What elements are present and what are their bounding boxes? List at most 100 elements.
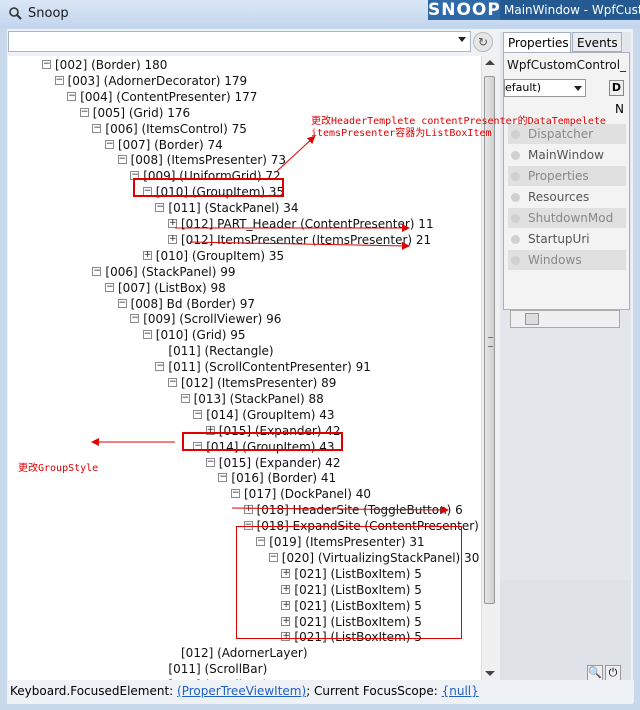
highlight-groupitem-010 bbox=[133, 178, 284, 197]
property-row[interactable]: MainWindow bbox=[508, 145, 626, 165]
expand-icon[interactable]: + bbox=[142, 250, 152, 260]
tree-item-label: [012] (ItemsPresenter) 89 bbox=[181, 376, 337, 390]
expand-icon[interactable]: + bbox=[168, 219, 177, 228]
collapse-icon[interactable]: − bbox=[42, 60, 51, 69]
tree-item[interactable]: − [008] Bd (Border) 97 bbox=[117, 296, 255, 312]
tree-item[interactable]: [011] (Rectangle) bbox=[155, 343, 273, 359]
tree-item[interactable]: [011] (ScrollBar) bbox=[155, 661, 267, 677]
property-horizontal-scrollbar[interactable] bbox=[510, 310, 620, 328]
tree-item[interactable]: − [012] (ItemsPresenter) 89 bbox=[168, 375, 336, 391]
refresh-button[interactable]: ↻ bbox=[473, 32, 493, 52]
tree-vertical-scrollbar[interactable] bbox=[481, 56, 497, 680]
collapse-icon[interactable]: − bbox=[218, 473, 228, 483]
collapse-icon[interactable]: − bbox=[79, 107, 89, 117]
tree-item[interactable]: − [007] (Border) 74 bbox=[105, 137, 223, 153]
tree-item[interactable]: − [003] (AdornerDecorator) 179 bbox=[54, 73, 247, 89]
tree-item[interactable]: − [013] (StackPanel) 88 bbox=[180, 391, 324, 407]
collapse-icon[interactable]: − bbox=[180, 393, 190, 403]
tree-item-label: [012] ItemsPresenter (ItemsPresenter) 21 bbox=[181, 232, 432, 247]
property-lower-area: 🔍 ⏻ bbox=[500, 580, 631, 681]
scroll-down-arrow-icon[interactable] bbox=[485, 671, 495, 676]
status-prefix: Keyboard.FocusedElement: bbox=[10, 684, 178, 698]
property-row[interactable]: ShutdownMod bbox=[508, 208, 626, 228]
chevron-down-icon[interactable] bbox=[574, 86, 582, 91]
tree-item[interactable]: − [005] (Grid) 176 bbox=[79, 105, 190, 121]
collapse-icon[interactable]: − bbox=[67, 91, 77, 101]
tree-item-label: [010] (GroupItem) 35 bbox=[155, 248, 285, 263]
expand-icon[interactable]: + bbox=[168, 234, 177, 244]
scroll-up-arrow-icon[interactable] bbox=[485, 60, 495, 65]
tree-item[interactable]: + [010] (GroupItem) 35 bbox=[142, 248, 285, 264]
collapse-icon[interactable]: − bbox=[193, 409, 203, 419]
tree-item-label: [011] (Rectangle) bbox=[168, 344, 274, 359]
tree-item[interactable]: − [008] (ItemsPresenter) 73 bbox=[117, 152, 287, 168]
collapse-icon[interactable]: − bbox=[92, 266, 102, 276]
tree-item[interactable]: − [007] (ListBox) 98 bbox=[105, 280, 226, 296]
default-toggle-button[interactable]: D bbox=[609, 80, 624, 96]
property-dot-icon bbox=[511, 256, 520, 265]
collapse-icon[interactable]: − bbox=[54, 75, 64, 85]
tree-item[interactable]: − [009] (ScrollViewer) 96 bbox=[130, 311, 281, 327]
collapse-icon[interactable]: − bbox=[168, 378, 177, 387]
collapse-icon[interactable]: − bbox=[155, 203, 165, 213]
scrollbar-thumb[interactable] bbox=[484, 76, 495, 604]
tree-item[interactable]: + [012] ItemsPresenter (ItemsPresenter) 2… bbox=[168, 232, 431, 248]
tree-item[interactable]: − [016] (Border) 41 bbox=[218, 470, 336, 486]
collapse-icon[interactable]: − bbox=[105, 139, 114, 149]
chevron-down-icon[interactable] bbox=[458, 37, 466, 42]
property-row[interactable]: Resources bbox=[508, 187, 626, 207]
property-dot-icon bbox=[511, 193, 520, 202]
expand-icon[interactable]: + bbox=[243, 505, 253, 515]
tree-item[interactable]: + [012] PART_Header (ContentPresenter) 11 bbox=[168, 216, 434, 232]
tree-item[interactable]: [012] (AdornerLayer) bbox=[168, 645, 308, 661]
tree-item[interactable]: − [006] (StackPanel) 99 bbox=[92, 264, 236, 280]
tree-item[interactable]: − [015] (Expander) 42 bbox=[205, 455, 341, 471]
snoop-brand-logo: SNOOP bbox=[428, 0, 501, 20]
property-dot-icon bbox=[511, 235, 520, 244]
tree-item-label: [015] (Expander) 42 bbox=[218, 455, 341, 470]
tree-item[interactable]: − [011] (ScrollContentPresenter) 91 bbox=[155, 359, 371, 375]
tree-item[interactable]: − [004] (ContentPresenter) 177 bbox=[67, 89, 257, 105]
tree-item-label: [008] (ItemsPresenter) 73 bbox=[130, 153, 287, 168]
collapse-icon[interactable]: − bbox=[155, 362, 165, 372]
property-row[interactable]: Windows bbox=[508, 250, 626, 270]
refresh-icon: ↻ bbox=[477, 35, 489, 49]
tab-properties[interactable]: Properties bbox=[503, 32, 571, 52]
property-filter-combobox[interactable]: efault) bbox=[504, 79, 586, 97]
tree-item-label: [014] (GroupItem) 43 bbox=[206, 407, 335, 422]
collapse-icon[interactable]: − bbox=[117, 155, 127, 165]
element-selector-combobox[interactable] bbox=[8, 31, 471, 52]
focused-element-link[interactable]: (ProperTreeViewItem) bbox=[177, 684, 306, 698]
collapse-icon[interactable]: − bbox=[231, 489, 240, 499]
collapse-icon[interactable]: − bbox=[142, 330, 152, 340]
property-row[interactable]: StartupUri bbox=[508, 229, 626, 249]
tree-item-label: [010] (Grid) 95 bbox=[155, 328, 246, 343]
focus-scope-link[interactable]: {null} bbox=[442, 684, 479, 698]
collapse-icon[interactable]: − bbox=[105, 282, 114, 292]
property-row[interactable]: Properties bbox=[508, 166, 626, 186]
collapse-icon[interactable]: − bbox=[205, 457, 215, 467]
tree-item[interactable]: − [002] (Border) 180 bbox=[42, 57, 167, 73]
window-title: Snoop bbox=[28, 6, 69, 21]
tree-item[interactable]: − [017] (DockPanel) 40 bbox=[231, 486, 371, 502]
tree-item[interactable]: + [018] HeaderSite (ToggleButton) 6 bbox=[243, 502, 463, 518]
power-button[interactable]: ⏻ bbox=[605, 665, 621, 681]
collapse-icon[interactable]: − bbox=[130, 314, 140, 324]
tree-item[interactable]: − [011] (StackPanel) 34 bbox=[155, 200, 299, 216]
filter-value: efault) bbox=[505, 81, 542, 94]
tree-item[interactable]: − [006] (ItemsControl) 75 bbox=[92, 121, 247, 137]
collapse-icon[interactable]: − bbox=[92, 123, 102, 133]
collapse-icon[interactable]: − bbox=[117, 298, 127, 308]
scrollbar-thumb[interactable] bbox=[525, 313, 539, 325]
header-note-line1: 更改HeaderTemplete contentPresenter的DataTe… bbox=[311, 116, 606, 127]
tree-item[interactable]: − [014] (GroupItem) 43 bbox=[193, 407, 335, 423]
header-note-line2: itemsPresenter容器为ListBoxItem bbox=[311, 128, 492, 139]
tree-item-label: [007] (Border) 74 bbox=[118, 137, 223, 152]
tree-item[interactable]: − [010] (Grid) 95 bbox=[142, 327, 246, 343]
tree-item-label: [016] (Border) 41 bbox=[231, 471, 337, 486]
property-label: Properties bbox=[528, 169, 589, 183]
property-grid: WpfCustomControl_ efault) D N Dispatcher… bbox=[503, 52, 630, 310]
tree-item-label: [006] (ItemsControl) 75 bbox=[105, 121, 247, 136]
magnifier-button[interactable]: 🔍 bbox=[587, 665, 603, 681]
tab-events[interactable]: Events bbox=[572, 32, 622, 52]
